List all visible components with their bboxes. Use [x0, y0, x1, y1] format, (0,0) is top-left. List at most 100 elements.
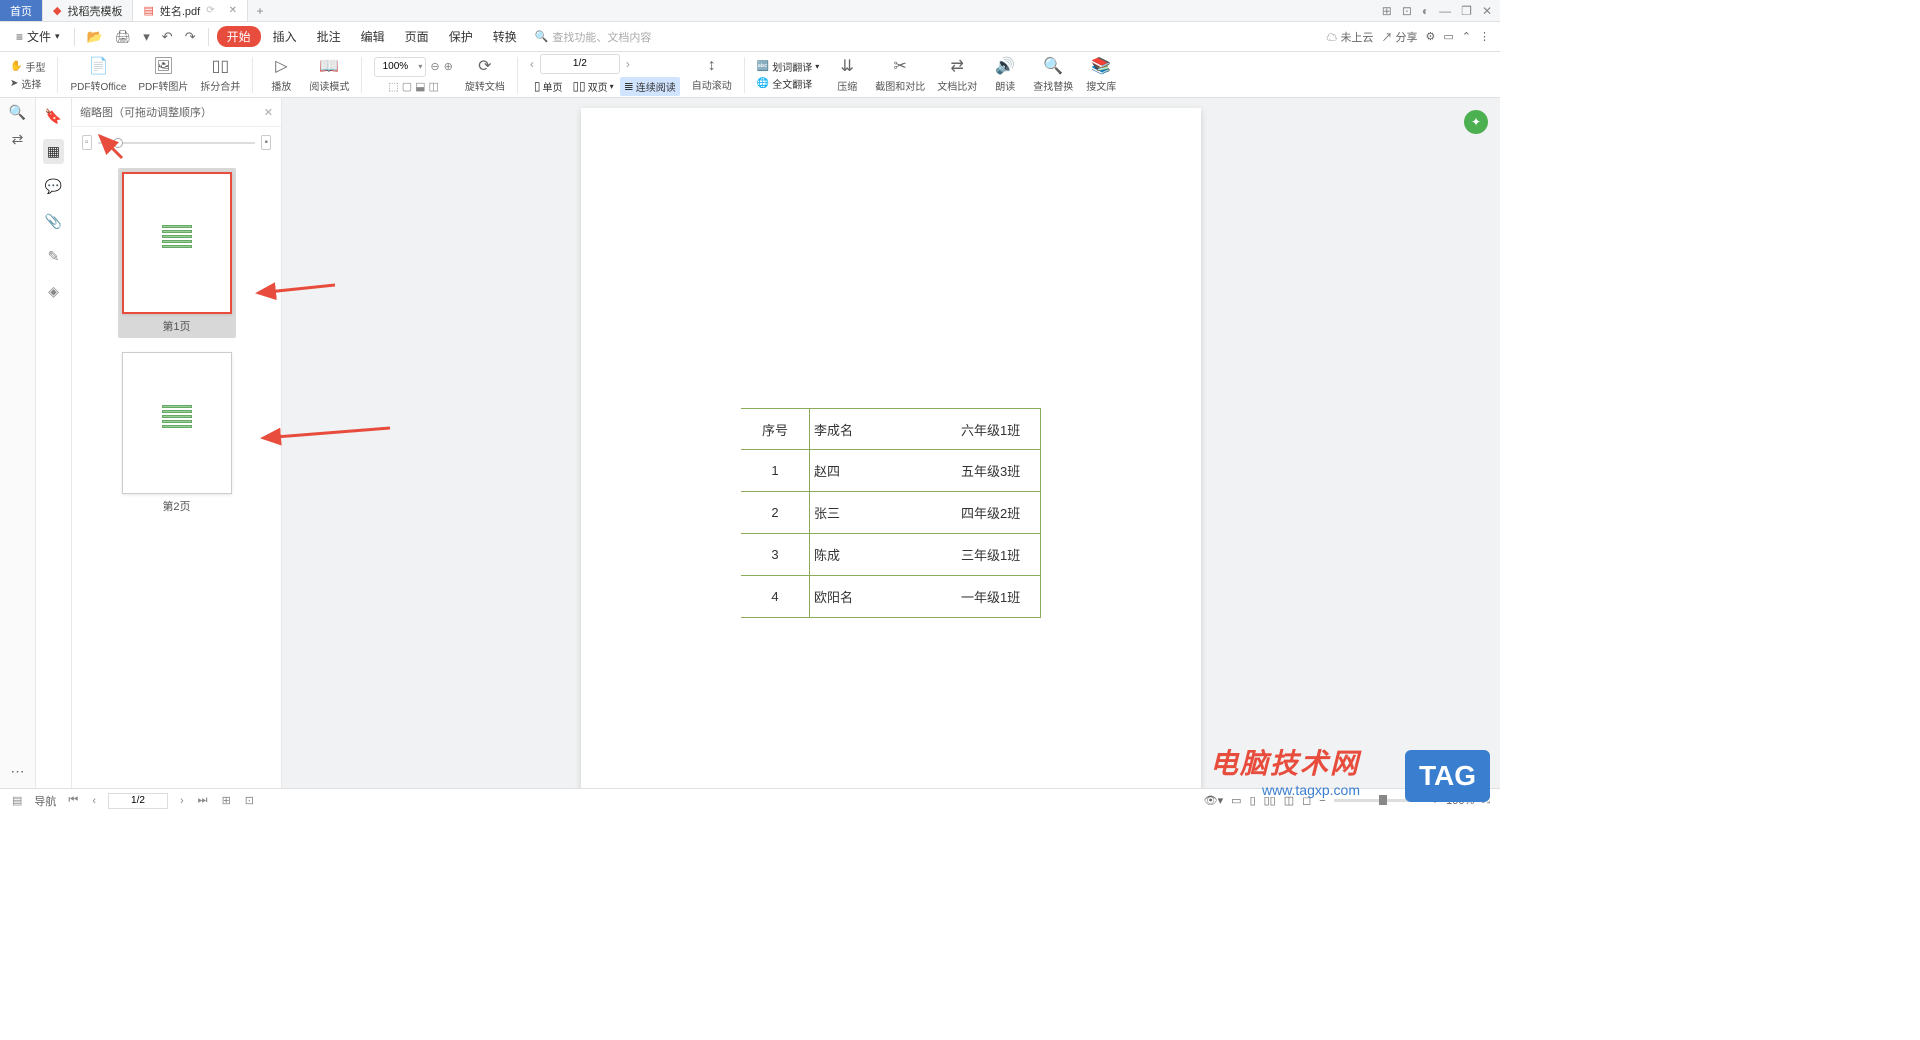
- floating-action-button[interactable]: ✦: [1464, 110, 1488, 134]
- fullscreen-icon[interactable]: ⛶: [1482, 794, 1490, 807]
- fit-icon[interactable]: ⊞: [220, 794, 233, 807]
- transform-tool-icon[interactable]: ⇄: [12, 131, 24, 148]
- reading-mode[interactable]: 📖阅读模式: [309, 56, 349, 93]
- rotate[interactable]: ⟳旋转文档: [465, 56, 505, 93]
- thumbnail-tab-icon[interactable]: ▦: [43, 139, 64, 164]
- thumbnail-page-2[interactable]: 第2页: [122, 352, 232, 514]
- file-menu[interactable]: ≡ 文件 ▾: [10, 26, 66, 47]
- more-tools-icon[interactable]: ⋯: [11, 763, 25, 780]
- open-icon[interactable]: 📂: [83, 27, 107, 47]
- pdf-to-office[interactable]: 📄PDF转Office: [70, 56, 126, 93]
- large-thumb-icon[interactable]: ▪: [261, 135, 271, 150]
- layout-icon[interactable]: ⊞: [1382, 4, 1392, 18]
- attachment-tab-icon[interactable]: 📎: [41, 209, 66, 234]
- undo-icon[interactable]: ↶: [158, 27, 177, 47]
- view-mode-2-icon[interactable]: ▯: [1250, 794, 1256, 807]
- prev-page-icon[interactable]: ‹: [90, 795, 98, 807]
- find-replace[interactable]: 🔍查找替换: [1033, 56, 1073, 93]
- tab-template[interactable]: ◆ 找稻壳模板: [43, 0, 133, 21]
- tab-file-active[interactable]: ▤ 姓名.pdf ⟳ ✕: [133, 0, 248, 21]
- view-mode-3-icon[interactable]: ▯▯: [1264, 794, 1276, 807]
- print-icon[interactable]: ▾: [139, 27, 154, 47]
- zoom-in-icon[interactable]: ⊕: [444, 60, 453, 73]
- bookmark-tab-icon[interactable]: 🔖: [41, 104, 66, 129]
- ribbon-tab-page[interactable]: 页面: [397, 26, 437, 47]
- last-page-icon[interactable]: ⏭: [196, 794, 210, 807]
- read-aloud[interactable]: 🔊朗读: [989, 56, 1021, 93]
- first-page-icon[interactable]: ⏮: [66, 794, 80, 807]
- thumbnail-page-1[interactable]: 第1页: [118, 168, 236, 338]
- restore-icon[interactable]: ❐: [1461, 4, 1472, 18]
- split-merge[interactable]: ▯▯拆分合并: [200, 56, 240, 93]
- layers-tab-icon[interactable]: ◈: [44, 279, 63, 304]
- ribbon-tab-protect[interactable]: 保护: [441, 26, 481, 47]
- view-mode-4-icon[interactable]: ◫: [1284, 794, 1294, 807]
- zoom-percent[interactable]: 100%: [1446, 795, 1474, 807]
- fit2-icon[interactable]: ⊡: [243, 794, 256, 807]
- redo-icon[interactable]: ↷: [181, 27, 200, 47]
- zoom-fit-icon[interactable]: ◻: [1302, 794, 1311, 807]
- word-translate[interactable]: 🔤划词翻译▾: [757, 59, 819, 74]
- collapse-icon[interactable]: ⌃: [1462, 30, 1471, 43]
- ribbon-tab-insert[interactable]: 插入: [265, 26, 305, 47]
- window-close-icon[interactable]: ✕: [1482, 4, 1492, 18]
- zoom-input[interactable]: ▾: [374, 57, 426, 77]
- eye-icon[interactable]: 👁▾: [1204, 794, 1224, 807]
- zoom-out-icon[interactable]: ⊖: [430, 60, 439, 73]
- fit-page-icon[interactable]: ▢: [402, 80, 412, 93]
- panel-icon[interactable]: ▭: [1443, 30, 1453, 43]
- auto-scroll[interactable]: ↕自动滚动: [692, 57, 732, 92]
- fit-width-icon[interactable]: ⬚: [388, 80, 398, 93]
- full-translate[interactable]: 🌐全文翻译: [757, 76, 819, 91]
- zoom-in-status-icon[interactable]: +: [1432, 795, 1438, 807]
- more-icon[interactable]: ⋮: [1479, 30, 1490, 43]
- double-page-view[interactable]: ▯▯双页▾: [568, 77, 617, 96]
- tab-home[interactable]: 首页: [0, 0, 43, 21]
- hand-tool[interactable]: ✋手型: [10, 59, 45, 74]
- search-library[interactable]: 📚搜文库: [1085, 56, 1117, 93]
- compress[interactable]: ⇊压缩: [831, 56, 863, 93]
- pdf-to-image[interactable]: 🖼PDF转图片: [138, 56, 188, 93]
- comment-tab-icon[interactable]: 💬: [41, 174, 66, 199]
- tab-close-icon[interactable]: ✕: [229, 5, 237, 16]
- function-search[interactable]: 🔍 查找功能、文档内容: [529, 27, 658, 47]
- ribbon-tab-edit[interactable]: 编辑: [353, 26, 393, 47]
- signature-tab-icon[interactable]: ✎: [44, 244, 64, 269]
- nav-panel-icon[interactable]: ▤: [10, 794, 24, 807]
- settings-icon[interactable]: ⚙: [1426, 30, 1436, 43]
- share-button[interactable]: ↗ 分享: [1381, 29, 1417, 45]
- account-icon[interactable]: ◐: [1422, 4, 1429, 18]
- cloud-status[interactable]: ☁ 未上云: [1326, 29, 1373, 45]
- zoom-out-status-icon[interactable]: −: [1319, 795, 1325, 807]
- small-thumb-icon[interactable]: ▫: [82, 135, 92, 150]
- ribbon-tab-convert[interactable]: 转换: [485, 26, 525, 47]
- search-tool-icon[interactable]: 🔍: [9, 104, 26, 121]
- view-mode-1-icon[interactable]: ▭: [1231, 794, 1241, 807]
- status-page-input[interactable]: [108, 793, 168, 809]
- save-icon[interactable]: 🖨: [111, 27, 136, 47]
- document-canvas[interactable]: 序号 李成名 六年级1班 1赵四五年级3班 2张三四年级2班 3陈成三年级1班 …: [282, 98, 1500, 788]
- pin-icon[interactable]: ⟳: [206, 5, 214, 16]
- new-tab-button[interactable]: +: [248, 0, 272, 21]
- screenshot-compare[interactable]: ✂截图和对比: [875, 56, 925, 93]
- zoom-slider[interactable]: [1334, 799, 1424, 802]
- select-tool[interactable]: ➤选择: [10, 76, 45, 91]
- panel-close-icon[interactable]: ✕: [264, 106, 273, 119]
- window-controls: ⊞ ⊡ ◐ — ❐ ✕: [1382, 0, 1500, 21]
- play[interactable]: ▷播放: [265, 56, 297, 93]
- prev-page[interactable]: ‹: [530, 57, 534, 71]
- minimize-icon[interactable]: —: [1439, 4, 1451, 18]
- apps-icon[interactable]: ⊡: [1402, 4, 1412, 18]
- next-page-icon[interactable]: ›: [178, 795, 186, 807]
- thumbnail-size-slider[interactable]: ▫ ▪: [72, 127, 281, 158]
- text-compare[interactable]: ⇄文档比对: [937, 56, 977, 93]
- nav-label[interactable]: 导航: [34, 793, 56, 809]
- fit-height-icon[interactable]: ⬓: [415, 80, 425, 93]
- ribbon-tab-annotate[interactable]: 批注: [309, 26, 349, 47]
- single-page-view[interactable]: ▯单页: [530, 77, 567, 96]
- actual-size-icon[interactable]: ◫: [429, 80, 439, 93]
- page-number-input[interactable]: [540, 54, 620, 74]
- continuous-view[interactable]: ≣连续阅读: [620, 77, 680, 96]
- next-page[interactable]: ›: [626, 57, 630, 71]
- ribbon-tab-start[interactable]: 开始: [217, 26, 261, 47]
